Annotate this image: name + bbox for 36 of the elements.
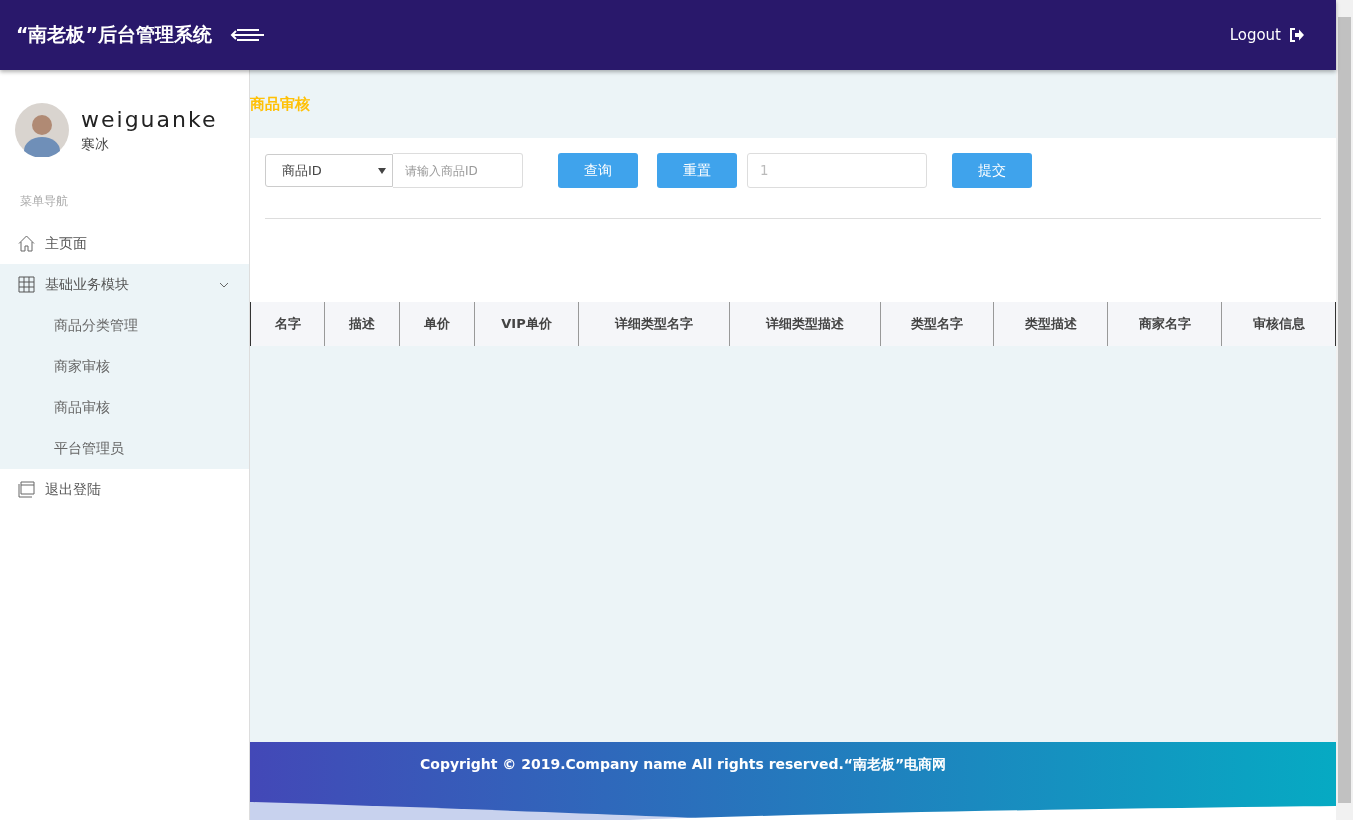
column-header: 名字 — [251, 302, 325, 346]
nav-heading: 菜单导航 — [19, 193, 69, 210]
column-header: 详细类型名字 — [579, 302, 730, 346]
avatar — [15, 103, 69, 157]
column-header: 商家名字 — [1108, 302, 1222, 346]
column-header: 审核信息 — [1251, 315, 1306, 333]
menu-toggle-icon[interactable] — [230, 27, 266, 43]
search-field[interactable]: 请输入商品ID — [393, 153, 523, 188]
scrollbar[interactable] — [1336, 0, 1353, 820]
nav-subitem[interactable]: 商品分类管理 — [0, 305, 249, 346]
user-role: 寒冰 — [81, 135, 110, 154]
page-title: 商品审核 — [250, 94, 310, 114]
copyright-text: Copyright © 2019.Company name All rights reserved.“南老板”电商网 — [420, 756, 947, 774]
column-header: 详细类型描述 — [730, 302, 881, 346]
column-header: VIP单价 — [475, 302, 579, 346]
nav-item[interactable]: 基础业务模块 — [0, 264, 249, 305]
value-field[interactable]: 1 — [747, 153, 927, 188]
user-name: weiguanke — [81, 106, 218, 132]
logout-link[interactable]: Logout — [1229, 26, 1304, 44]
chevron-icon — [219, 281, 229, 288]
app-title: “南老板”后台管理系统 — [16, 22, 212, 47]
grid-icon — [18, 276, 35, 293]
nav-subitem[interactable]: 商品审核 — [0, 387, 249, 428]
column-header: 单价 — [400, 302, 475, 346]
home-icon — [18, 235, 35, 252]
nav-subitem[interactable]: 商家审核 — [0, 346, 249, 387]
nav-item[interactable]: 退出登陆 — [0, 469, 249, 510]
column-header: 类型名字 — [881, 302, 994, 346]
caret-icon — [378, 168, 386, 174]
search-type-select[interactable]: 商品ID — [265, 154, 393, 187]
nav-item[interactable]: 主页面 — [0, 223, 249, 264]
window-icon — [18, 481, 35, 498]
logout-icon — [1289, 28, 1304, 42]
nav-subitem[interactable]: 平台管理员 — [0, 428, 249, 469]
column-header: 描述 — [325, 302, 400, 346]
column-header: 类型描述 — [994, 302, 1108, 346]
